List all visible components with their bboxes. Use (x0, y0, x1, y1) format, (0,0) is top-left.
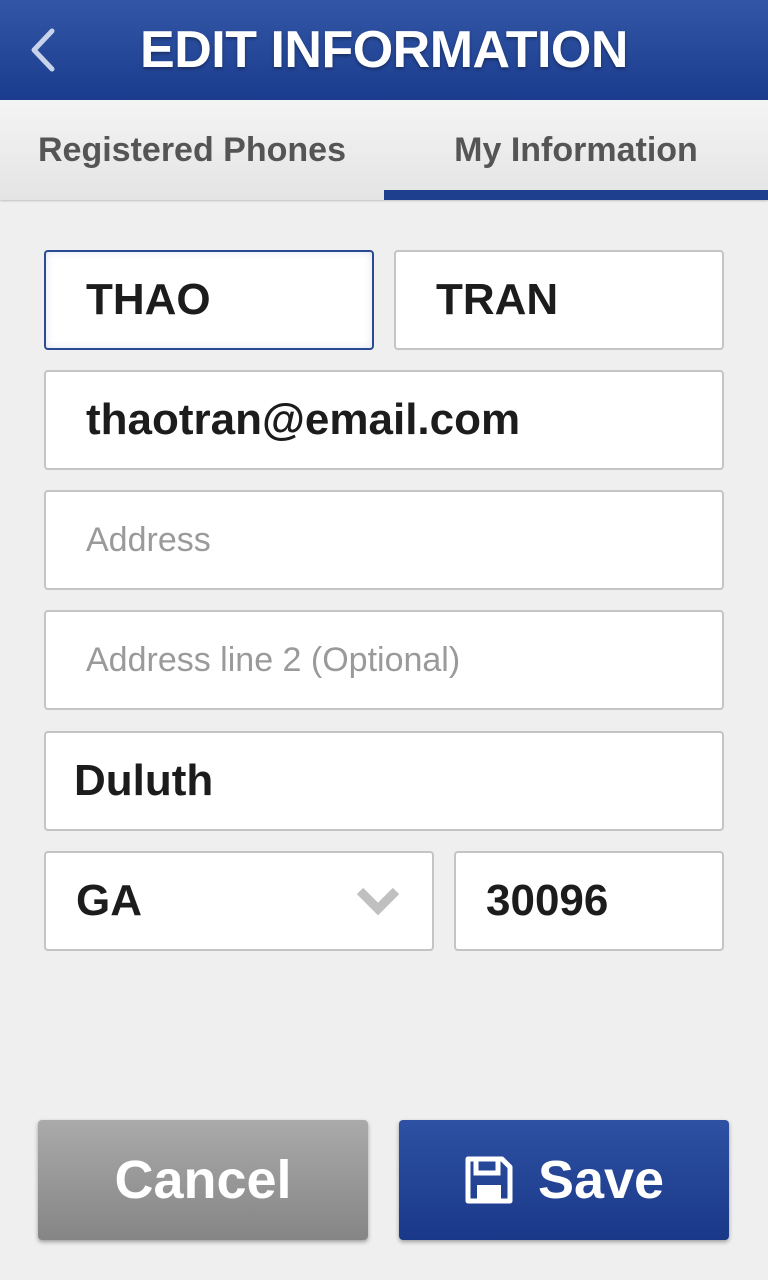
address-line2-input[interactable] (86, 640, 722, 680)
state-select[interactable]: GA (44, 851, 434, 951)
save-button-label: Save (537, 1150, 665, 1210)
tab-registered-phones[interactable]: Registered Phones (0, 100, 384, 200)
address-field[interactable] (44, 490, 724, 590)
email-input[interactable] (86, 395, 722, 445)
app-header: EDIT INFORMATION (0, 0, 768, 100)
zip-field[interactable] (454, 851, 724, 951)
last-name-input[interactable] (436, 275, 722, 325)
cancel-button[interactable]: Cancel (38, 1120, 368, 1240)
zip-input[interactable] (486, 876, 722, 926)
first-name-input[interactable] (86, 275, 372, 325)
tab-bar: Registered Phones My Information (0, 100, 768, 200)
floppy-disk-icon (464, 1155, 514, 1205)
city-field[interactable] (44, 731, 724, 831)
last-name-field[interactable] (394, 250, 724, 350)
first-name-field[interactable] (44, 250, 374, 350)
active-tab-indicator (384, 190, 768, 200)
address-line2-field[interactable] (44, 610, 724, 710)
tab-my-information[interactable]: My Information (384, 100, 768, 200)
save-button[interactable]: Save (399, 1120, 729, 1240)
cancel-button-label: Cancel (114, 1150, 292, 1210)
page-title: EDIT INFORMATION (140, 21, 628, 79)
city-input[interactable] (74, 756, 722, 806)
email-field[interactable] (44, 370, 724, 470)
chevron-down-icon (356, 887, 400, 916)
address-input[interactable] (86, 520, 722, 560)
